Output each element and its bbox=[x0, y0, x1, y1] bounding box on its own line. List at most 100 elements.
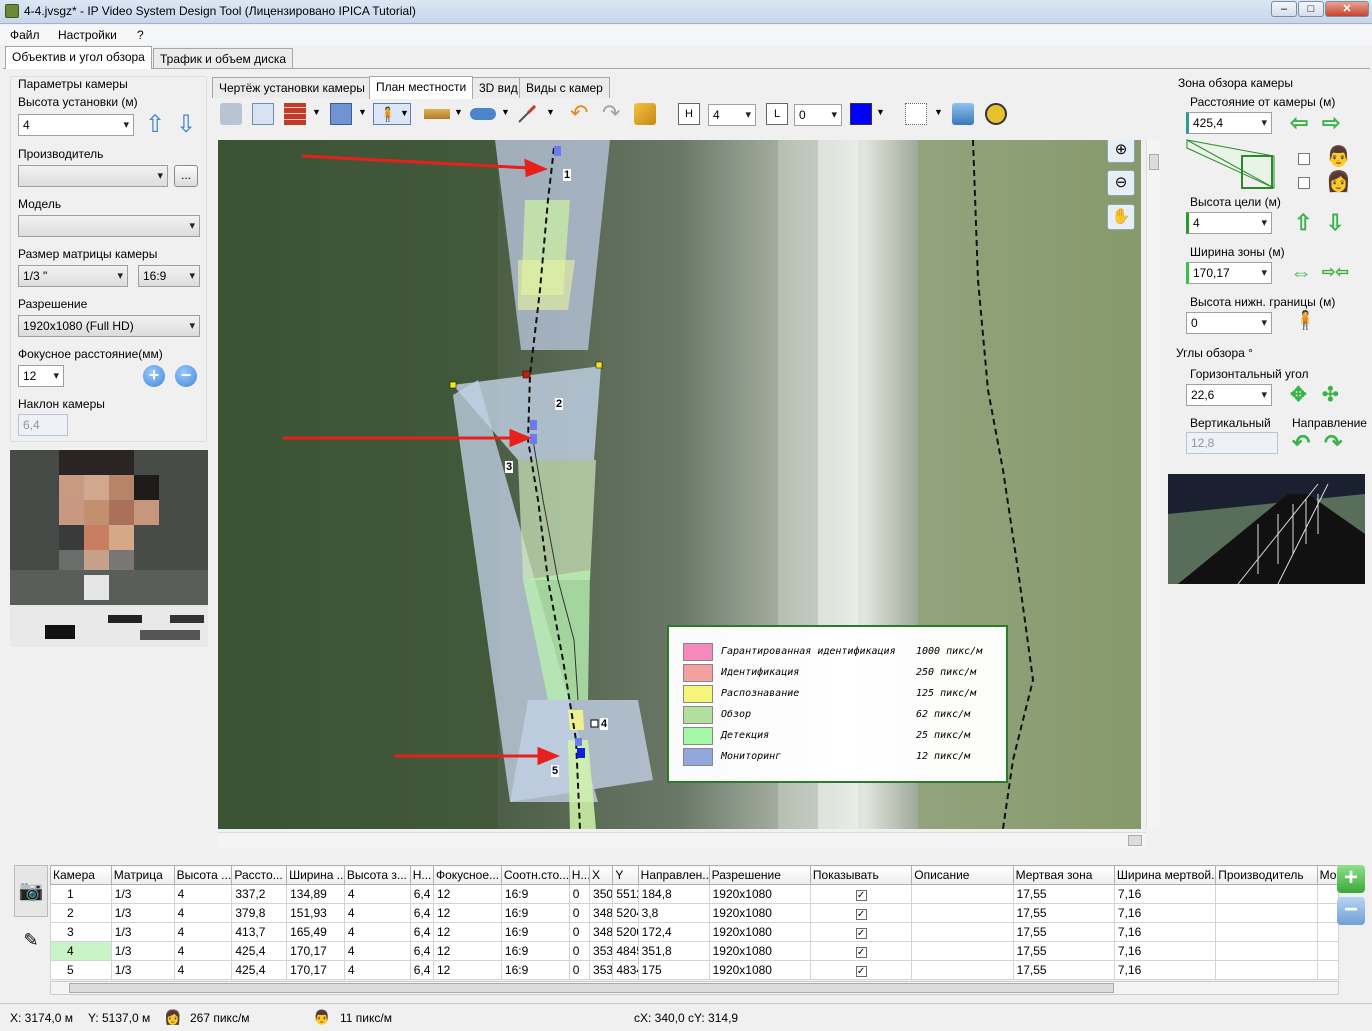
camera-tool-icon[interactable] bbox=[220, 103, 242, 125]
distance-decrease-icon[interactable]: ⇦ bbox=[1290, 112, 1308, 134]
table-cell[interactable]: 1/3 bbox=[110, 960, 175, 980]
column-header[interactable]: Y bbox=[612, 865, 639, 885]
table-cell[interactable]: 16:9 bbox=[500, 903, 570, 923]
table-cell[interactable]: 4845 bbox=[612, 941, 639, 961]
table-cell[interactable]: 7,16 bbox=[1113, 884, 1217, 904]
table-cell[interactable]: 1/3 bbox=[110, 922, 175, 942]
column-header[interactable]: Высота з... bbox=[343, 865, 411, 885]
table-cell[interactable]: 1920x1080 bbox=[708, 884, 811, 904]
table-cell[interactable]: 7,16 bbox=[1113, 922, 1217, 942]
table-cell[interactable]: 16:9 bbox=[500, 922, 570, 942]
table-cell[interactable]: 17,55 bbox=[1012, 903, 1115, 923]
clear-icon[interactable] bbox=[634, 103, 656, 125]
table-cell[interactable]: 3508 bbox=[589, 884, 614, 904]
column-header[interactable]: Н... bbox=[409, 865, 435, 885]
table-cell[interactable]: 3482 bbox=[589, 922, 614, 942]
table-cell[interactable]: 351,8 bbox=[637, 941, 710, 961]
tab-lens[interactable]: Объектив и угол обзора bbox=[5, 46, 152, 69]
tilt-field[interactable]: 6,4 bbox=[18, 414, 68, 436]
angle-shrink-icon[interactable]: ✣ bbox=[1322, 384, 1339, 406]
target-down-icon[interactable]: ⇩ bbox=[1326, 212, 1344, 234]
vendor-combo[interactable] bbox=[18, 165, 168, 187]
wall-dropdown-icon[interactable]: ▼ bbox=[312, 107, 321, 117]
lines-list-icon[interactable]: ✎ bbox=[14, 921, 48, 961]
column-header[interactable]: Рассто... bbox=[231, 865, 288, 885]
column-header[interactable]: X bbox=[589, 865, 614, 885]
table-cell[interactable]: 5204 bbox=[612, 903, 639, 923]
table-cell[interactable]: 4 bbox=[173, 922, 233, 942]
show-checkbox-cell[interactable]: ✓ bbox=[809, 884, 913, 904]
person-tool-icon[interactable]: 🧍 ▼ bbox=[373, 103, 411, 125]
table-cell[interactable]: 151,93 bbox=[286, 903, 345, 923]
table-cell[interactable]: 0 bbox=[568, 941, 591, 961]
target-height-combo[interactable]: 4 bbox=[1186, 212, 1272, 234]
table-cell[interactable]: 4 bbox=[173, 960, 233, 980]
table-cell[interactable]: 0 bbox=[568, 903, 591, 923]
show-checkbox[interactable]: ✓ bbox=[855, 947, 867, 958]
map-vertical-scrollbar[interactable] bbox=[1146, 140, 1160, 829]
map-horizontal-scrollbar[interactable] bbox=[218, 832, 1146, 848]
lower-boundary-combo[interactable]: 0 bbox=[1186, 312, 1272, 334]
column-header[interactable]: Ширина ... bbox=[286, 865, 345, 885]
table-cell[interactable]: 6,4 bbox=[409, 960, 435, 980]
cameras-list-icon[interactable]: 📷 bbox=[14, 865, 48, 917]
table-cell[interactable]: 6,4 bbox=[409, 922, 435, 942]
car-dropdown-icon[interactable]: ▼ bbox=[501, 107, 510, 117]
table-cell[interactable]: 12 bbox=[433, 922, 502, 942]
table-cell[interactable]: 7,16 bbox=[1113, 960, 1217, 980]
show-checkbox[interactable]: ✓ bbox=[855, 928, 867, 939]
table-cell[interactable]: 6,4 bbox=[409, 941, 435, 961]
l-value-combo[interactable]: 0 bbox=[794, 104, 842, 126]
table-cell[interactable]: 134,89 bbox=[286, 884, 345, 904]
table-cell[interactable]: 337,2 bbox=[231, 884, 288, 904]
line-tool-icon[interactable] bbox=[516, 103, 538, 125]
frame-icon[interactable] bbox=[905, 103, 927, 125]
h-value-combo[interactable]: 4 bbox=[708, 104, 756, 126]
table-cell[interactable]: 1/3 bbox=[110, 884, 175, 904]
table-cell[interactable]: 1920x1080 bbox=[708, 941, 811, 961]
table-cell[interactable]: 5 bbox=[50, 960, 112, 980]
show-checkbox-cell[interactable]: ✓ bbox=[809, 922, 913, 942]
table-cell[interactable]: 4 bbox=[50, 941, 112, 961]
table-row[interactable]: 21/34379,8151,9346,41216:90348152043,819… bbox=[50, 903, 1340, 923]
height-down-icon[interactable]: ⇩ bbox=[176, 113, 196, 137]
zoom-out-focal-button[interactable]: − bbox=[175, 365, 197, 387]
rotate-right-icon[interactable]: ↷ bbox=[1324, 432, 1342, 454]
zoom-in-focal-button[interactable]: + bbox=[143, 365, 165, 387]
table-cell[interactable] bbox=[1316, 960, 1340, 980]
column-header[interactable]: Соотн.сто... bbox=[500, 865, 570, 885]
table-cell[interactable]: 3481 bbox=[589, 903, 614, 923]
close-button[interactable]: ✕ bbox=[1325, 1, 1369, 17]
show-checkbox-cell[interactable]: ✓ bbox=[809, 960, 913, 980]
table-cell[interactable]: 5512 bbox=[612, 884, 639, 904]
table-cell[interactable]: 12 bbox=[433, 884, 502, 904]
vendor-browse-button[interactable]: ... bbox=[174, 165, 198, 187]
color-picker[interactable] bbox=[850, 103, 872, 125]
table-cell[interactable]: 425,4 bbox=[231, 960, 288, 980]
table-cell[interactable]: 12 bbox=[433, 903, 502, 923]
table-cell[interactable]: 6,4 bbox=[409, 903, 435, 923]
bench-tool-icon[interactable] bbox=[424, 109, 450, 119]
table-cell[interactable]: 17,55 bbox=[1012, 960, 1115, 980]
tab-site-plan[interactable]: План местности bbox=[369, 76, 474, 99]
aspect-combo[interactable]: 16:9 bbox=[138, 265, 200, 287]
height-up-icon[interactable]: ⇧ bbox=[145, 113, 165, 137]
table-cell[interactable] bbox=[1316, 941, 1340, 961]
map-zoom-in-icon[interactable]: ⊕ bbox=[1107, 140, 1135, 163]
bench-dropdown-icon[interactable]: ▼ bbox=[454, 107, 463, 117]
table-cell[interactable]: 0 bbox=[568, 960, 591, 980]
table-cell[interactable]: 4 bbox=[343, 903, 411, 923]
table-cell[interactable]: 3 bbox=[50, 922, 112, 942]
table-cell[interactable]: 6,4 bbox=[409, 884, 435, 904]
table-cell[interactable]: 17,55 bbox=[1012, 941, 1115, 961]
table-cell[interactable]: 3534 bbox=[589, 960, 614, 980]
table-cell[interactable]: 12 bbox=[433, 941, 502, 961]
angle-expand-icon[interactable]: ✥ bbox=[1290, 384, 1307, 406]
column-header[interactable]: Мертвая зона bbox=[1012, 865, 1115, 885]
table-cell[interactable]: 170,17 bbox=[286, 941, 345, 961]
person-checkbox-2[interactable] bbox=[1298, 177, 1310, 189]
maximize-button[interactable]: □ bbox=[1298, 1, 1324, 17]
table-cell[interactable]: 17,55 bbox=[1012, 922, 1115, 942]
table-row[interactable]: 51/34425,4170,1746,41216:903534483417519… bbox=[50, 960, 1340, 980]
tab-3d[interactable]: 3D вид bbox=[472, 77, 525, 98]
